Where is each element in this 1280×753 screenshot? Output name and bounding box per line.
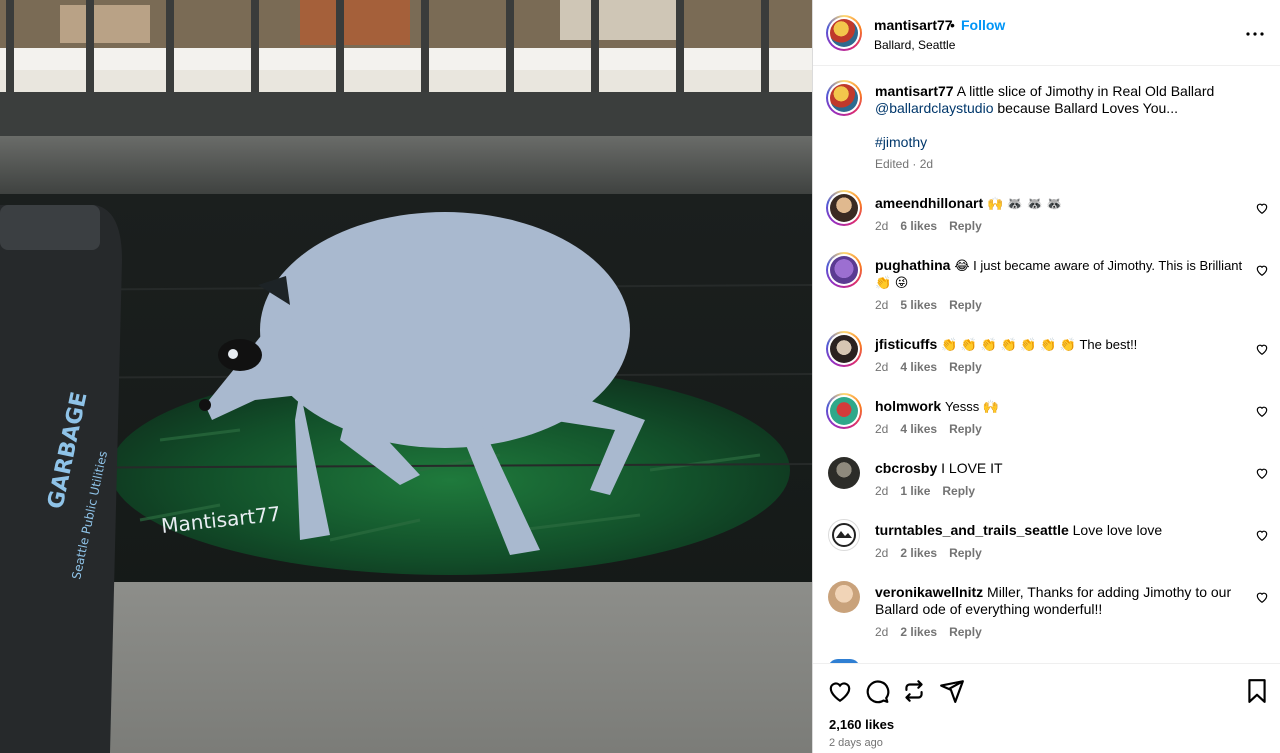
comment-username[interactable]: cbcrosby bbox=[875, 460, 937, 476]
comment-meta: 2d 1 like Reply bbox=[875, 484, 975, 498]
more-options-icon[interactable] bbox=[1243, 22, 1267, 46]
comment-username[interactable]: veronikawellnitz bbox=[875, 584, 983, 600]
comment-heart-icon[interactable] bbox=[1255, 263, 1269, 277]
caption-avatar[interactable] bbox=[826, 80, 862, 116]
comment-age: 2d bbox=[875, 484, 889, 498]
author-avatar[interactable] bbox=[826, 15, 862, 51]
reply-button[interactable]: Reply bbox=[949, 360, 982, 374]
comment-icon[interactable] bbox=[864, 678, 890, 704]
author-username[interactable]: mantisart77 bbox=[874, 17, 953, 33]
comment-text: turntables_and_trails_seattle Love love … bbox=[875, 522, 1245, 539]
comment-avatar[interactable] bbox=[828, 519, 860, 551]
comment-body: 🙌 🦝 🦝 🦝 bbox=[987, 196, 1063, 211]
comment-likes[interactable]: 6 likes bbox=[900, 219, 937, 233]
comment-text: cbcrosby I LOVE IT bbox=[875, 460, 1245, 477]
caption-text: mantisart77 A little slice of Jimothy in… bbox=[875, 83, 1245, 117]
comment-meta: 2d 5 likes Reply bbox=[875, 298, 982, 312]
comment-meta: 2d 2 likes Reply bbox=[875, 546, 982, 560]
comment-heart-icon[interactable] bbox=[1255, 342, 1269, 356]
comment-avatar[interactable] bbox=[826, 393, 862, 429]
post-actions: 2,160 likes 2 days ago bbox=[813, 663, 1280, 753]
reply-button[interactable]: Reply bbox=[949, 219, 982, 233]
comment-text: holmwork Yesss 🙌 bbox=[875, 398, 1245, 415]
comment-likes[interactable]: 4 likes bbox=[900, 422, 937, 436]
reply-button[interactable]: Reply bbox=[949, 625, 982, 639]
caption-line1: A little slice of Jimothy in Real Old Ba… bbox=[956, 83, 1215, 99]
turntable-logo-icon bbox=[832, 523, 856, 547]
comment-username[interactable]: ameendhillonart bbox=[875, 195, 983, 211]
comment-body: I LOVE IT bbox=[941, 460, 1003, 476]
send-icon[interactable] bbox=[939, 678, 965, 704]
comment-age: 2d bbox=[875, 546, 889, 560]
caption-line2: because Ballard Loves You... bbox=[997, 100, 1178, 116]
comment-text: jfisticuffs 👏 👏 👏 👏 👏 👏 👏 The best!! bbox=[875, 336, 1245, 353]
comment-avatar[interactable] bbox=[828, 581, 860, 613]
comment-meta: 2d 4 likes Reply bbox=[875, 422, 982, 436]
comment-username[interactable]: pughathina bbox=[875, 257, 950, 273]
reply-button[interactable]: Reply bbox=[949, 546, 982, 560]
raccoon-mural-photo: Mantisart77 GARBAGE Seattle Public Utili… bbox=[0, 0, 812, 753]
comment-likes[interactable]: 5 likes bbox=[900, 298, 937, 312]
reply-button[interactable]: Reply bbox=[949, 298, 982, 312]
comment-age: 2d bbox=[875, 422, 889, 436]
reply-button[interactable]: Reply bbox=[942, 484, 975, 498]
caption-hashtag[interactable]: #jimothy bbox=[875, 134, 927, 150]
comment-text: ameendhillonart 🙌 🦝 🦝 🦝 bbox=[875, 195, 1245, 212]
comments-list[interactable]: mantisart77 A little slice of Jimothy in… bbox=[813, 67, 1280, 663]
caption-username[interactable]: mantisart77 bbox=[875, 83, 954, 99]
comment-text: pughathina 😂 I just became aware of Jimo… bbox=[875, 257, 1245, 291]
caption-edited: Edited · 2d bbox=[875, 157, 934, 171]
post-location[interactable]: Ballard, Seattle bbox=[874, 38, 955, 52]
comment-likes[interactable]: 2 likes bbox=[900, 625, 937, 639]
comment-meta: 2d 2 likes Reply bbox=[875, 625, 982, 639]
comment-username[interactable]: turntables_and_trails_seattle bbox=[875, 522, 1069, 538]
comment-avatar[interactable] bbox=[826, 190, 862, 226]
comment-username[interactable]: holmwork bbox=[875, 398, 941, 414]
bookmark-icon[interactable] bbox=[1244, 678, 1270, 704]
comment-meta: 2d 4 likes Reply bbox=[875, 360, 982, 374]
comment-body: Love love love bbox=[1072, 522, 1163, 538]
comment-likes[interactable]: 1 like bbox=[900, 484, 930, 498]
reply-button[interactable]: Reply bbox=[949, 422, 982, 436]
post-image[interactable]: Mantisart77 GARBAGE Seattle Public Utili… bbox=[0, 0, 812, 753]
repost-icon[interactable] bbox=[901, 678, 927, 704]
comment-likes[interactable]: 4 likes bbox=[900, 360, 937, 374]
comment-age: 2d bbox=[875, 625, 889, 639]
comment-avatar[interactable] bbox=[826, 331, 862, 367]
comment-heart-icon[interactable] bbox=[1255, 201, 1269, 215]
comment-username[interactable]: jfisticuffs bbox=[875, 336, 937, 352]
comment-heart-icon[interactable] bbox=[1255, 404, 1269, 418]
comment-heart-icon[interactable] bbox=[1255, 590, 1269, 604]
comment-text: veronikawellnitz Miller, Thanks for addi… bbox=[875, 584, 1245, 618]
comment-age: 2d bbox=[875, 360, 889, 374]
post-header: mantisart77 • Follow Ballard, Seattle bbox=[813, 0, 1280, 66]
comment-avatar[interactable] bbox=[826, 252, 862, 288]
separator-dot: • bbox=[950, 17, 955, 33]
comment-body: 👏 👏 👏 👏 👏 👏 👏 The best!! bbox=[941, 337, 1138, 352]
comment-age: 2d bbox=[875, 219, 889, 233]
comment-body: Yesss 🙌 bbox=[945, 399, 1000, 414]
caption-mention[interactable]: @ballardclaystudio bbox=[875, 100, 994, 116]
comment-likes[interactable]: 2 likes bbox=[900, 546, 937, 560]
comment-heart-icon[interactable] bbox=[1255, 528, 1269, 542]
comment-heart-icon[interactable] bbox=[1255, 466, 1269, 480]
post-timestamp[interactable]: 2 days ago bbox=[829, 737, 883, 749]
likes-count[interactable]: 2,160 likes bbox=[829, 717, 894, 732]
post-side-panel: mantisart77 • Follow Ballard, Seattle ma… bbox=[812, 0, 1280, 753]
comment-meta: 2d 6 likes Reply bbox=[875, 219, 982, 233]
comment-avatar[interactable] bbox=[828, 457, 860, 489]
heart-icon[interactable] bbox=[827, 678, 853, 704]
comment-age: 2d bbox=[875, 298, 889, 312]
follow-button[interactable]: Follow bbox=[961, 17, 1005, 33]
